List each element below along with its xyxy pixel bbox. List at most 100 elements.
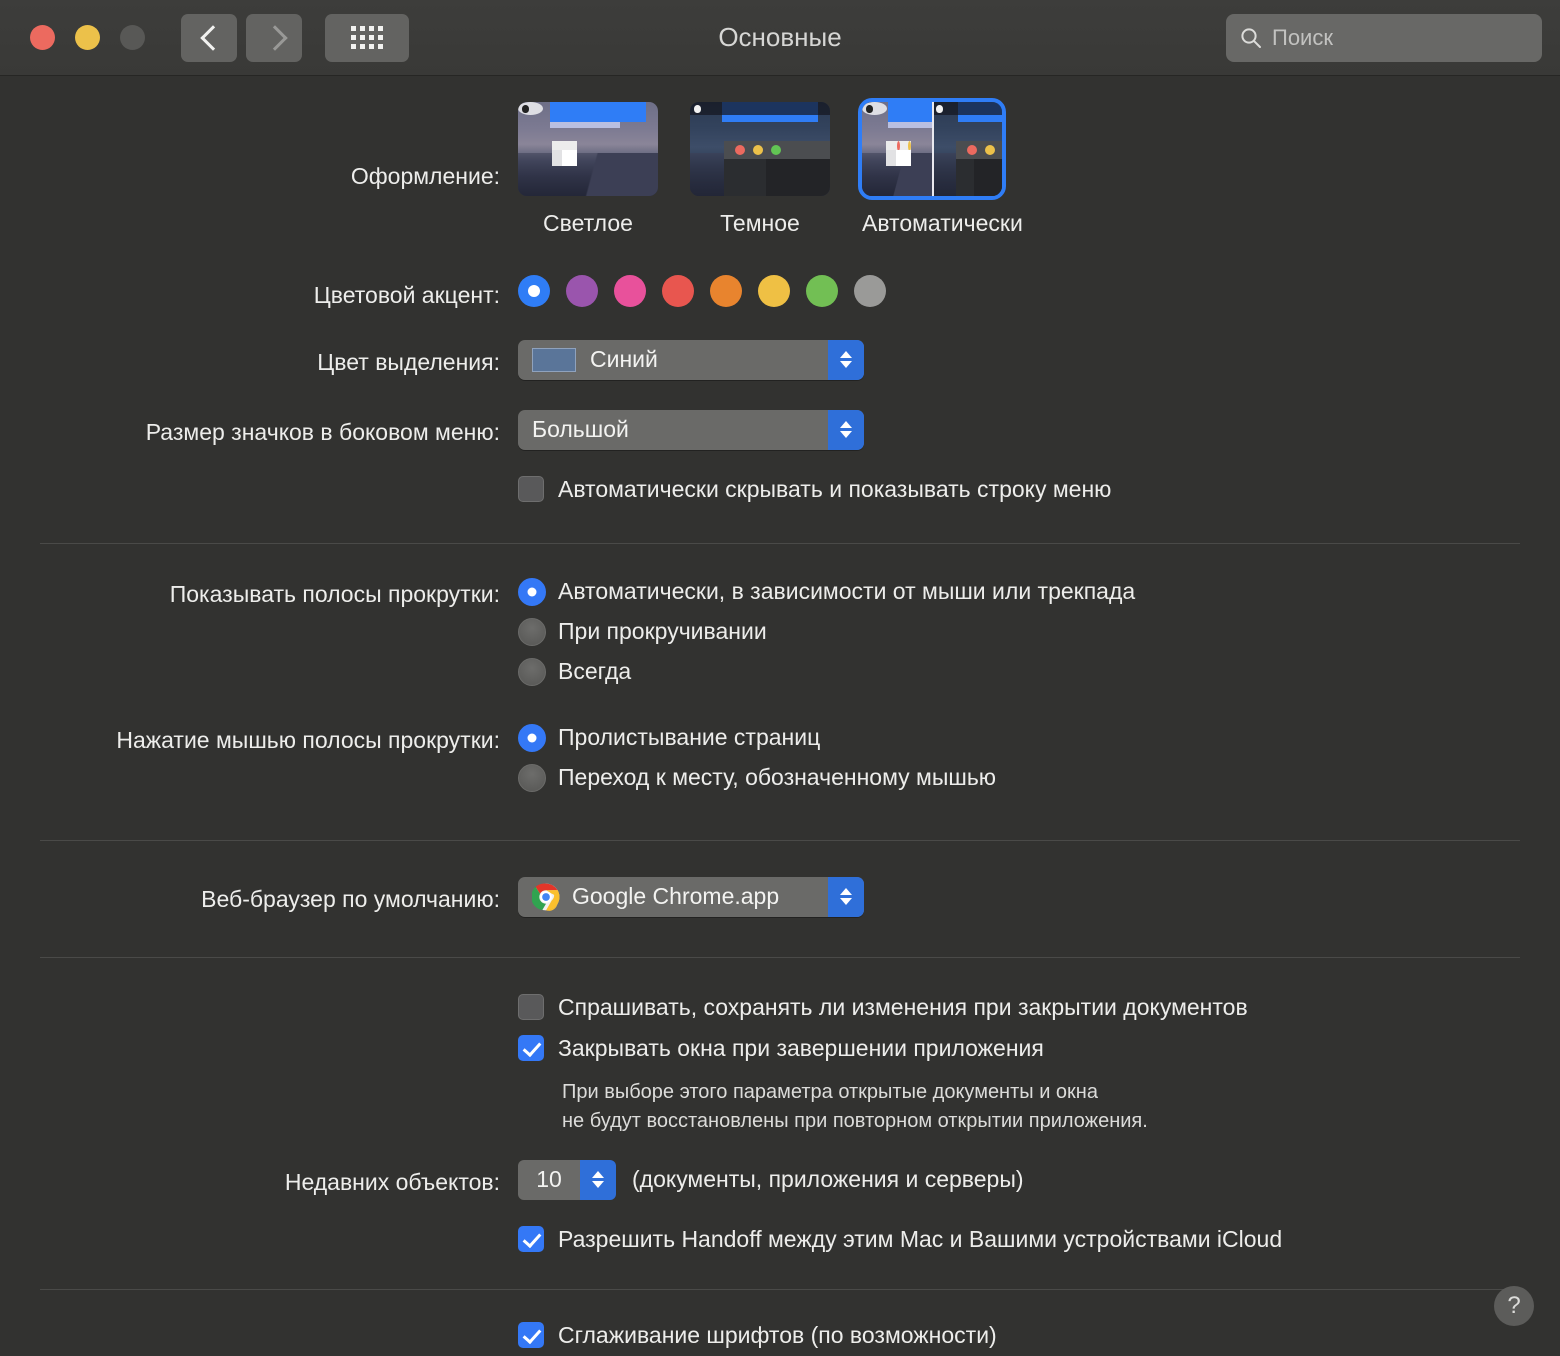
scrollbars-option-always[interactable]: Всегда xyxy=(518,657,1520,686)
highlight-color-swatch xyxy=(532,347,576,372)
chrome-icon xyxy=(532,883,560,911)
search-placeholder: Поиск xyxy=(1272,24,1333,50)
ask-save-changes-checkbox[interactable]: Спрашивать, сохранять ли изменения при з… xyxy=(518,994,1520,1021)
forward-button[interactable] xyxy=(246,13,302,62)
accent-color-row: Цветовой акцент: xyxy=(40,275,1520,310)
default-browser-value: Google Chrome.app xyxy=(572,883,780,910)
scrollbar-click-option-page[interactable]: Пролистывание страниц xyxy=(518,723,1520,752)
close-windows-checkbox[interactable]: Закрывать окна при завершении приложения xyxy=(518,1035,1520,1062)
default-browser-select[interactable]: Google Chrome.app xyxy=(518,876,864,917)
appearance-option-light[interactable]: Светлое xyxy=(518,102,658,237)
divider-4 xyxy=(40,1288,1520,1290)
chevron-updown-icon[interactable] xyxy=(828,339,864,380)
scrollbar-click-row: Нажатие мышью полосы прокрутки: Пролисты… xyxy=(40,723,1520,804)
accent-swatch-blue[interactable] xyxy=(518,275,550,307)
accent-swatch-green[interactable] xyxy=(806,275,838,307)
appearance-option-dark[interactable]: Темное xyxy=(690,102,830,237)
minimize-button[interactable] xyxy=(75,25,100,50)
traffic-light-group xyxy=(30,25,145,50)
accent-swatch-graphite[interactable] xyxy=(854,275,886,307)
radio-icon[interactable] xyxy=(518,723,546,752)
scrollbars-option-automatic[interactable]: Автоматически, в зависимости от мыши или… xyxy=(518,577,1520,606)
appearance-row: Оформление: Светлое Темное Автоматически xyxy=(40,98,1520,237)
appearance-option-auto[interactable]: Автоматически xyxy=(858,98,1023,237)
radio-icon[interactable] xyxy=(518,763,546,792)
scrollbar-click-option-jump-label: Переход к месту, обозначенному мышью xyxy=(558,764,997,791)
help-button[interactable]: ? xyxy=(1494,1286,1534,1326)
preferences-content: Оформление: Светлое Темное Автоматически… xyxy=(0,98,1560,1349)
scrollbars-option-always-label: Всегда xyxy=(558,658,632,685)
checkbox-icon[interactable] xyxy=(518,994,544,1021)
default-browser-row: Веб-браузер по умолчанию: Google Chrome.… xyxy=(40,876,1520,917)
sidebar-icon-size-select[interactable]: Большой xyxy=(518,409,864,450)
close-button[interactable] xyxy=(30,25,55,50)
highlight-color-row: Цвет выделения: Синий xyxy=(40,339,1520,380)
documents-row: Спрашивать, сохранять ли изменения при з… xyxy=(40,994,1520,1136)
highlight-color-label: Цвет выделения: xyxy=(317,348,500,375)
apple-logo-icon xyxy=(694,104,701,113)
radio-icon[interactable] xyxy=(518,657,546,686)
appearance-label: Оформление: xyxy=(350,163,500,189)
question-mark-icon: ? xyxy=(1507,1292,1521,1319)
appearance-thumbnail-dark[interactable] xyxy=(690,102,830,196)
auto-hide-menubar-label: Автоматически скрывать и показывать стро… xyxy=(558,475,1112,502)
auto-hide-menubar-checkbox[interactable]: Автоматически скрывать и показывать стро… xyxy=(518,476,1520,503)
checkbox-icon[interactable] xyxy=(518,476,544,503)
scrollbar-click-option-jump[interactable]: Переход к месту, обозначенному мышью xyxy=(518,763,1520,792)
recent-items-label: Недавних объектов: xyxy=(284,1168,500,1195)
navigation-buttons xyxy=(181,13,409,62)
scrollbars-option-when-scrolling-label: При прокручивании xyxy=(558,618,767,645)
appearance-options: Светлое Темное Автоматически xyxy=(518,98,1520,237)
font-smoothing-row: Сглаживание шрифтов (по возможности) xyxy=(40,1322,1520,1349)
documents-help-line-2: не будут восстановлены при повторном отк… xyxy=(562,1109,1148,1132)
appearance-label-auto: Автоматически xyxy=(862,210,1023,236)
apple-logo-icon xyxy=(866,104,873,113)
show-scrollbars-row: Показывать полосы прокрутки: Автоматичес… xyxy=(40,577,1520,698)
highlight-color-select[interactable]: Синий xyxy=(518,339,864,380)
scrollbars-option-when-scrolling[interactable]: При прокручивании xyxy=(518,617,1520,646)
accent-swatch-yellow[interactable] xyxy=(758,275,790,307)
highlight-color-value: Синий xyxy=(590,346,658,373)
accent-swatch-red[interactable] xyxy=(662,275,694,307)
back-button[interactable] xyxy=(181,13,237,62)
show-all-icon xyxy=(351,26,383,49)
font-smoothing-checkbox[interactable]: Сглаживание шрифтов (по возможности) xyxy=(518,1322,1520,1349)
show-scrollbars-label: Показывать полосы прокрутки: xyxy=(169,580,500,607)
accent-swatch-purple[interactable] xyxy=(566,275,598,307)
recent-items-suffix: (документы, приложения и серверы) xyxy=(632,1166,1024,1193)
apple-logo-icon xyxy=(936,104,943,113)
recent-items-row: Недавних объектов: 10 (документы, прилож… xyxy=(40,1159,1520,1200)
appearance-thumbnail-auto[interactable] xyxy=(858,98,1006,200)
chevron-right-icon xyxy=(266,24,282,52)
recent-items-value[interactable]: 10 xyxy=(518,1159,580,1200)
show-all-button[interactable] xyxy=(325,13,409,62)
chevron-updown-icon[interactable] xyxy=(828,409,864,450)
close-windows-label: Закрывать окна при завершении приложения xyxy=(558,1034,1044,1061)
zoom-button[interactable] xyxy=(120,25,145,50)
font-smoothing-label: Сглаживание шрифтов (по возможности) xyxy=(558,1321,997,1348)
chevron-updown-icon[interactable] xyxy=(828,876,864,917)
accent-swatch-orange[interactable] xyxy=(710,275,742,307)
stepper-arrows-icon[interactable] xyxy=(580,1159,616,1200)
checkbox-icon[interactable] xyxy=(518,1035,544,1062)
documents-help-line-1: При выборе этого параметра открытые доку… xyxy=(562,1080,1098,1103)
checkbox-icon[interactable] xyxy=(518,1226,544,1253)
search-field[interactable]: Поиск xyxy=(1226,13,1542,62)
search-icon xyxy=(1241,27,1261,48)
checkbox-icon[interactable] xyxy=(518,1322,544,1349)
accent-swatch-pink[interactable] xyxy=(614,275,646,307)
handoff-label: Разрешить Handoff между этим Mac и Вашим… xyxy=(558,1225,1283,1252)
window-titlebar: Основные Поиск xyxy=(0,0,1560,76)
recent-items-stepper[interactable]: 10 xyxy=(518,1159,616,1200)
handoff-checkbox[interactable]: Разрешить Handoff между этим Mac и Вашим… xyxy=(518,1226,1520,1253)
sidebar-icon-size-row: Размер значков в боковом меню: Большой xyxy=(40,409,1520,450)
sidebar-icon-size-value: Большой xyxy=(532,416,629,443)
scrollbars-option-automatic-label: Автоматически, в зависимости от мыши или… xyxy=(558,578,1136,605)
divider-2 xyxy=(40,839,1520,841)
radio-icon[interactable] xyxy=(518,617,546,646)
handoff-row: Разрешить Handoff между этим Mac и Вашим… xyxy=(40,1226,1520,1253)
appearance-thumbnail-light[interactable] xyxy=(518,102,658,196)
default-browser-label: Веб-браузер по умолчанию: xyxy=(201,885,500,912)
radio-icon[interactable] xyxy=(518,577,546,606)
accent-color-label: Цветовой акцент: xyxy=(313,282,500,308)
